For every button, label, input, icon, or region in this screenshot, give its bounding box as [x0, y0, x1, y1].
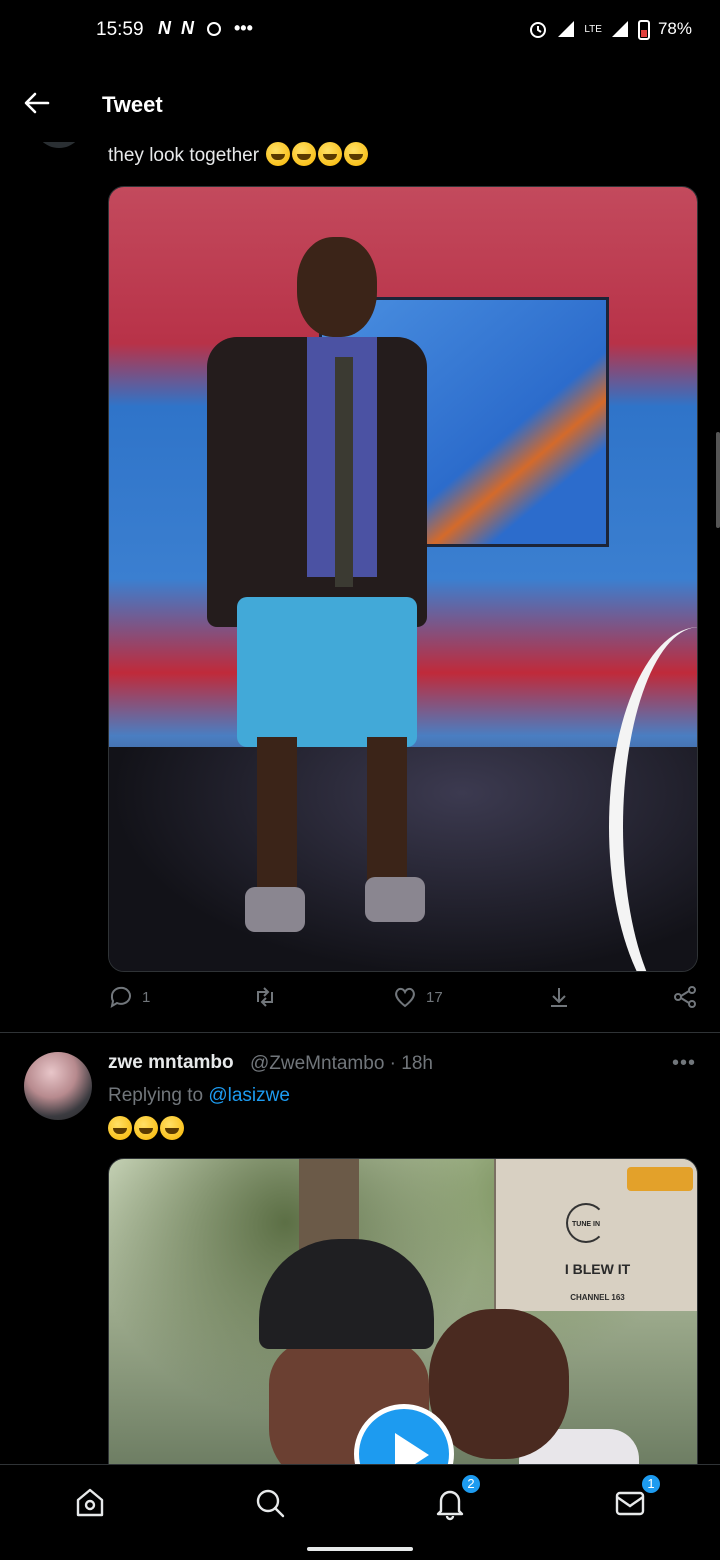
rofl-emoji-icon	[344, 142, 369, 166]
photo-beanie	[259, 1239, 434, 1349]
signal-icon-2	[611, 21, 628, 37]
status-right: LTE 78%	[528, 18, 692, 40]
replying-label: Replying to	[108, 1085, 209, 1106]
status-time: 15:59	[96, 19, 144, 40]
rofl-emoji-icon	[292, 142, 317, 166]
photo-shoe	[245, 887, 305, 932]
like-button[interactable]: 17	[392, 984, 443, 1010]
alarm-icon	[530, 22, 547, 38]
author-handle: @ZweMntambo · 18h	[250, 1053, 433, 1074]
reply-count: 1	[142, 988, 151, 1006]
top-header: Tweet	[0, 62, 720, 142]
photo-person	[429, 1309, 639, 1477]
status-bar: 15:59 N N ••• LTE 78%	[0, 0, 720, 62]
back-button[interactable]	[22, 88, 52, 118]
mention-link[interactable]: @lasizwe	[208, 1085, 290, 1106]
status-notification-icons: N N •••	[158, 18, 253, 39]
search-icon	[256, 1489, 285, 1518]
tweet-image[interactable]	[108, 186, 698, 972]
messages-badge: 1	[640, 1473, 662, 1495]
bookmark-button[interactable]	[546, 984, 572, 1010]
battery-level: 78%	[657, 19, 692, 38]
avatar[interactable]	[24, 1052, 92, 1120]
photo-leg	[257, 737, 297, 897]
scrollbar[interactable]	[716, 432, 720, 528]
grimace-emoji-icon	[134, 1116, 158, 1140]
notification-n-icon: N	[181, 18, 194, 38]
photo-tie	[335, 357, 353, 587]
rofl-emoji-icon	[266, 142, 291, 166]
sign-channel: CHANNEL 163	[570, 1293, 625, 1302]
replying-to: Replying to @lasizwe	[108, 1085, 290, 1107]
channel-logo	[627, 1167, 693, 1191]
notifications-badge: 2	[460, 1473, 482, 1495]
nav-home[interactable]	[72, 1485, 112, 1525]
sweat-smile-emoji-icon	[108, 1116, 132, 1140]
sync-icon	[207, 21, 221, 36]
share-icon	[674, 986, 696, 1008]
divider	[0, 1032, 720, 1033]
notification-n-icon: N	[158, 18, 171, 38]
retweet-button[interactable]	[252, 984, 278, 1010]
tune-in-mark: TUNE IN	[566, 1203, 606, 1243]
download-icon	[551, 988, 567, 1007]
retweet-icon	[257, 987, 273, 1007]
nav-notifications[interactable]: 2	[432, 1473, 482, 1525]
tweet-text: they look together	[108, 142, 369, 167]
photo-head	[297, 237, 377, 337]
rofl-emoji-icon	[318, 142, 343, 166]
more-notifications-icon: •••	[234, 18, 253, 38]
battery-icon	[637, 20, 650, 40]
bottom-nav: 2 1	[0, 1464, 720, 1560]
signal-icon	[558, 21, 575, 37]
home-icon	[76, 1488, 104, 1517]
photo-shorts	[237, 597, 417, 747]
share-button[interactable]	[672, 984, 698, 1010]
more-options-button[interactable]: •••	[672, 1052, 696, 1075]
photo-sign: TUNE IN I BLEW IT CHANNEL 163	[494, 1159, 697, 1311]
tweet-actions: 1 17	[108, 984, 708, 1020]
reply-button[interactable]: 1	[108, 984, 150, 1010]
grimace-emoji-icon	[160, 1116, 184, 1140]
photo-shoe	[365, 877, 425, 922]
heart-icon	[395, 987, 415, 1008]
nav-messages[interactable]: 1	[612, 1473, 662, 1525]
page-title: Tweet	[102, 92, 163, 117]
arrow-left-icon	[24, 92, 50, 114]
photo-person	[187, 237, 437, 937]
lte-icon: LTE	[584, 23, 602, 35]
nav-search[interactable]	[252, 1485, 292, 1525]
tweet-body: they look together	[108, 145, 260, 166]
home-indicator[interactable]	[307, 1547, 413, 1551]
reply-icon	[110, 986, 131, 1009]
like-count: 17	[426, 988, 443, 1006]
author-name[interactable]: zwe mntambo	[108, 1052, 234, 1074]
sign-title: I BLEW IT	[564, 1261, 631, 1277]
tweet-text	[108, 1116, 186, 1140]
photo-leg	[367, 737, 407, 897]
